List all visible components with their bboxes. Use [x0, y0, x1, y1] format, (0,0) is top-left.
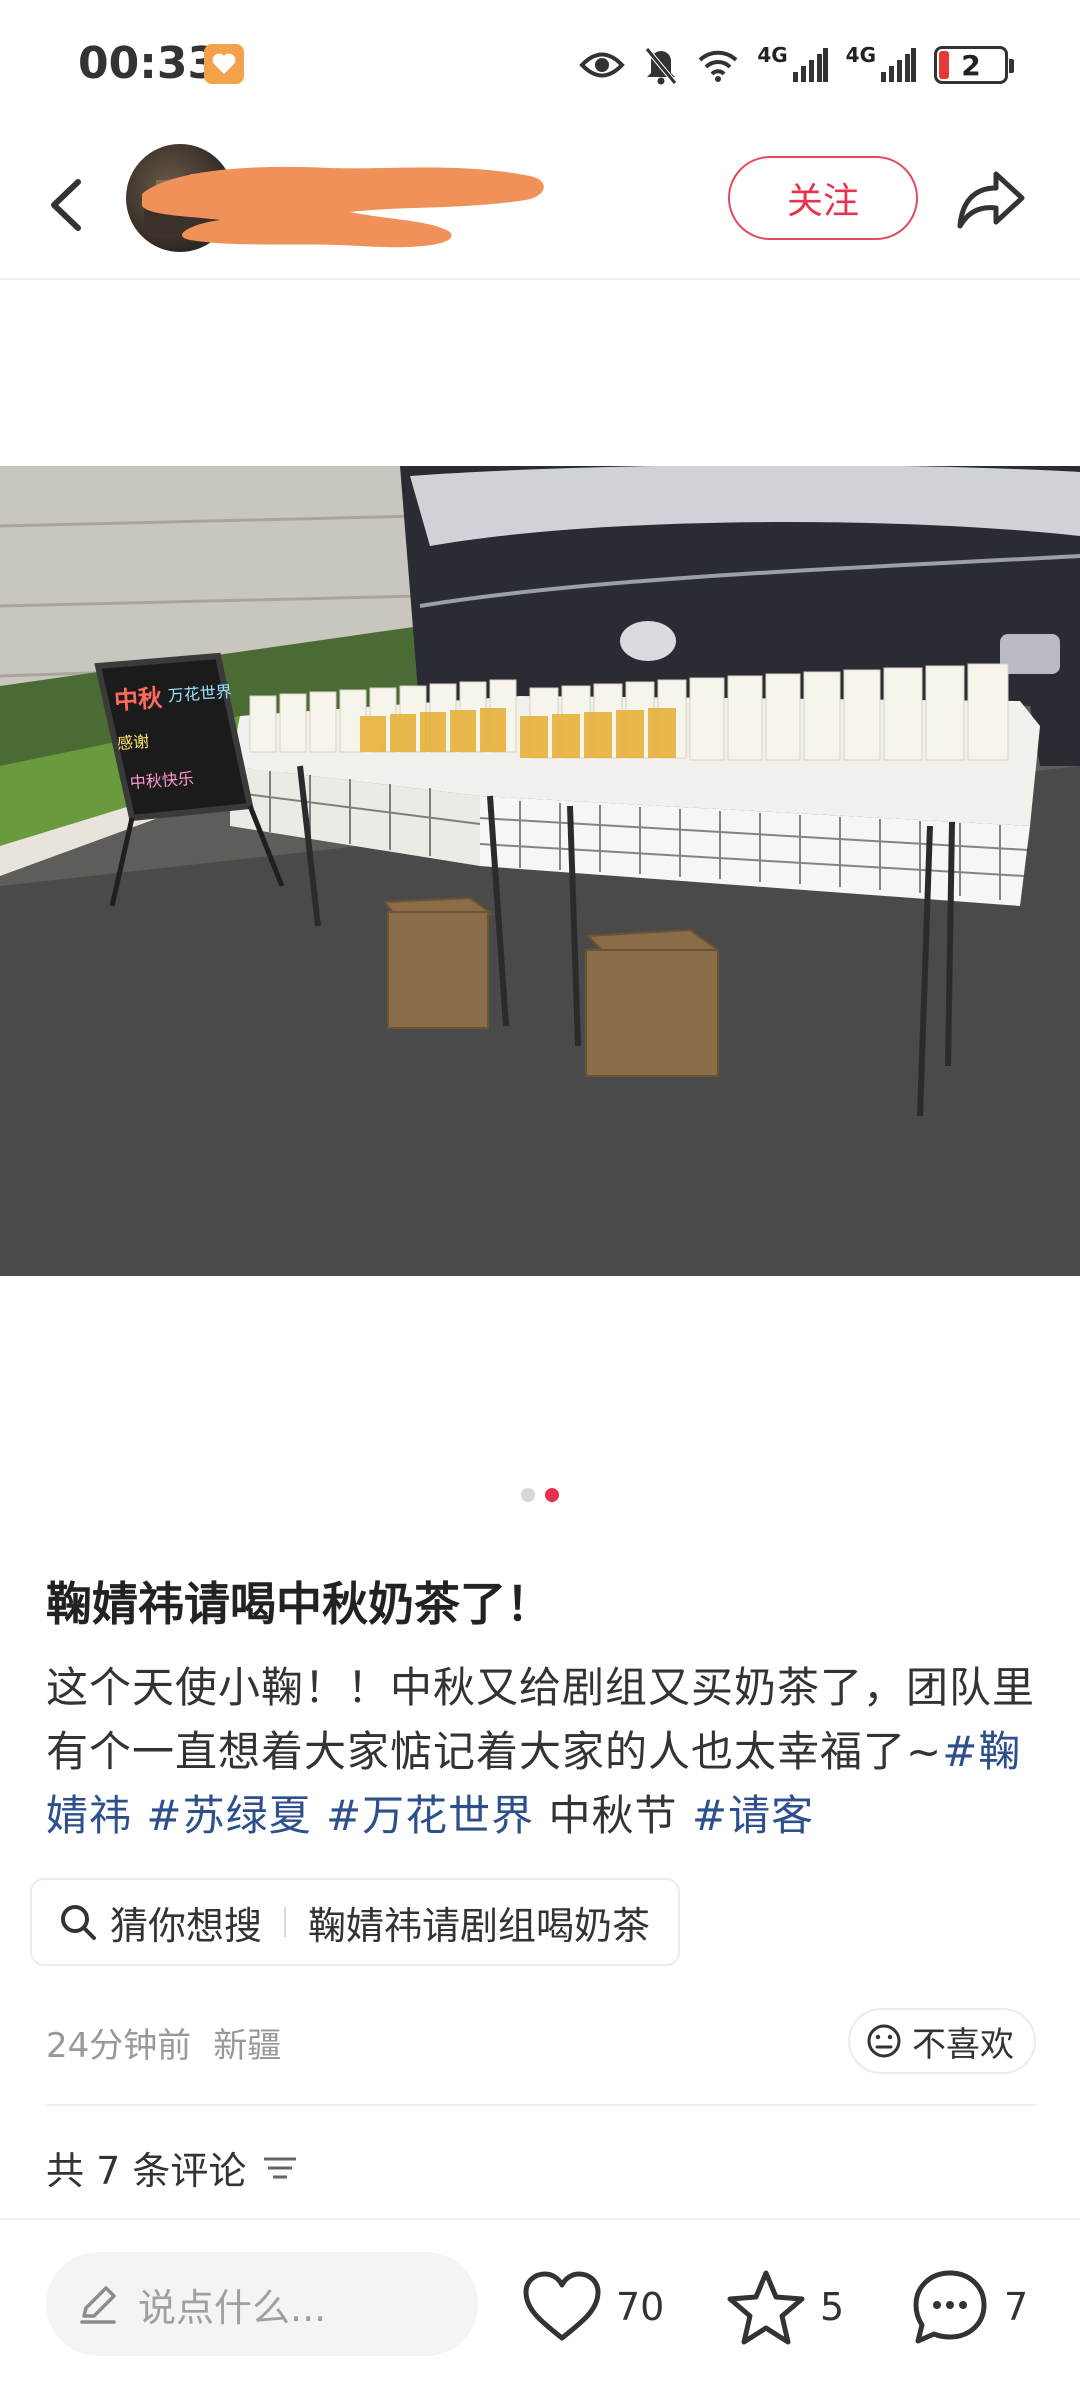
share-button[interactable] [954, 166, 1028, 232]
svg-text:中秋: 中秋 [113, 684, 164, 715]
carousel-dot-1[interactable] [521, 1488, 535, 1502]
favorite-count: 5 [820, 2285, 845, 2329]
post-header: 关注 [0, 130, 1080, 280]
carousel-dot-2-active[interactable] [545, 1488, 559, 1502]
network-label-1: 4G [757, 43, 788, 67]
like-count: 70 [616, 2285, 665, 2329]
meh-face-icon [867, 2024, 901, 2058]
post-body: 这个天使小鞠！！中秋又给剧组又买奶茶了，团队里有个一直想着大家惦记着大家的人也太… [46, 1656, 1036, 1848]
mute-bell-icon [645, 47, 678, 85]
comments-count-label: 共 7 条评论 [46, 2149, 247, 2193]
post-photo[interactable]: 中秋 万花世界 感谢 中秋快乐 [0, 466, 1080, 1276]
post-time: 24分钟前 [46, 2026, 192, 2066]
battery-indicator: 2 [934, 46, 1014, 84]
dislike-button[interactable]: 不喜欢 [848, 2008, 1036, 2074]
battery-level-fill [939, 51, 949, 79]
hashtag-link[interactable]: #万花世界 [326, 1791, 534, 1840]
wifi-icon [698, 50, 738, 82]
app-notification-icon [204, 44, 244, 84]
comment-button[interactable]: 7 [910, 2262, 1028, 2352]
network-label-2: 4G [845, 43, 876, 67]
eye-icon [579, 52, 626, 78]
favorite-button[interactable]: 5 [726, 2262, 844, 2352]
chevron-left-icon [51, 179, 81, 231]
star-icon [727, 2270, 805, 2345]
status-bar: 00:33 4G 4G 2 [0, 0, 1080, 130]
search-suggestion[interactable]: 猜你想搜 鞠婧祎请剧组喝奶茶 [30, 1878, 681, 1966]
status-time: 00:33 [78, 38, 219, 89]
bottom-action-bar: 说点什么... 70 5 7 [0, 2218, 1080, 2388]
dislike-label: 不喜欢 [912, 2024, 1014, 2065]
pencil-icon [80, 2286, 116, 2324]
heart-icon [523, 2271, 601, 2341]
post-body-text: 这个天使小鞠！！中秋又给剧组又买奶茶了，团队里有个一直想着大家惦记着大家的人也太… [46, 1663, 1036, 1776]
post-meta: 24分钟前 新疆 [46, 2018, 281, 2067]
comment-input-placeholder: 说点什么... [138, 2285, 327, 2330]
comment-input[interactable]: 说点什么... [46, 2252, 478, 2356]
post-location: 新疆 [213, 2026, 282, 2066]
signal-icon-1 [792, 48, 828, 82]
redacted-author-name [142, 166, 544, 248]
search-suggestion-label: 猜你想搜 [110, 1903, 263, 1948]
signal-icon-2 [881, 48, 916, 82]
search-suggestion-divider [284, 1907, 287, 1937]
sort-icon[interactable] [262, 2153, 298, 2183]
carousel-pagination [0, 1488, 1080, 1502]
comment-bubble-icon [913, 2270, 987, 2344]
like-button[interactable]: 70 [522, 2262, 664, 2352]
back-button[interactable] [38, 170, 98, 240]
svg-text:感谢: 感谢 [116, 732, 149, 753]
comments-header[interactable]: 共 7 条评论 [46, 2140, 298, 2195]
comment-count: 7 [1004, 2285, 1029, 2329]
post-title: 鞠婧祎请喝中秋奶茶了！ [46, 1577, 552, 1631]
hashtag-link[interactable]: #苏绿夏 [146, 1791, 311, 1840]
hashtag-link[interactable]: #请客 [692, 1791, 814, 1840]
follow-button[interactable]: 关注 [728, 156, 918, 240]
search-suggestion-query[interactable]: 鞠婧祎请剧组喝奶茶 [308, 1895, 650, 1950]
image-carousel[interactable]: 中秋 万花世界 感谢 中秋快乐 [0, 282, 1080, 1462]
divider [46, 2104, 1036, 2106]
topic-text: 中秋节 [548, 1791, 678, 1840]
search-icon [61, 1905, 96, 1940]
share-icon [957, 171, 1025, 229]
battery-level-label: 2 [961, 48, 981, 82]
